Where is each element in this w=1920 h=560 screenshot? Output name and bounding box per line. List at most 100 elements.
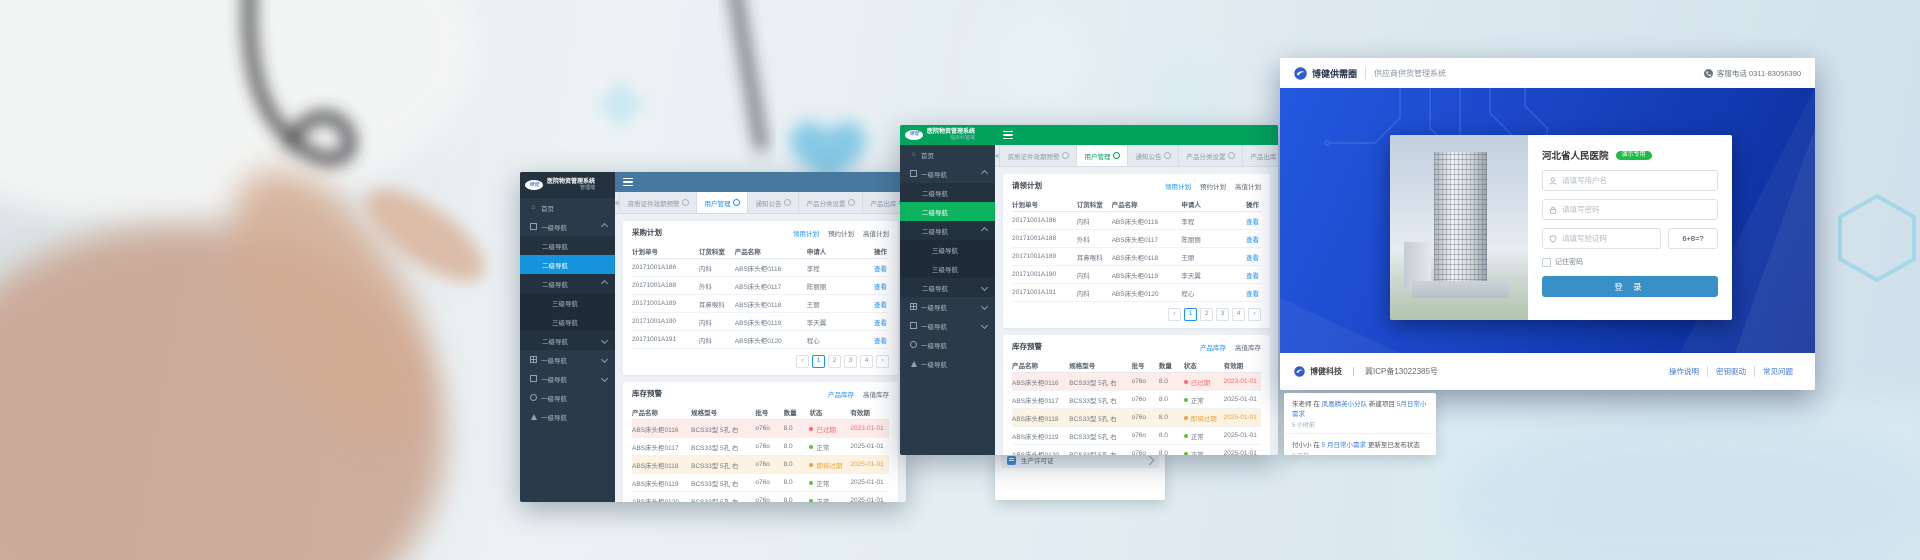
password-input[interactable]: 请填写密码 (1542, 199, 1718, 220)
chevron-down-icon (601, 375, 608, 382)
sidebar-item-nav1[interactable]: 一级导航 (520, 369, 615, 388)
table-row: ABS床头柜0117BCS33型 5孔 右o76o8.0正常2025-01-01 (1012, 391, 1261, 409)
menu-toggle-icon[interactable] (623, 178, 633, 186)
tab-product-outbound[interactable]: 产品出库 (1243, 145, 1278, 166)
tab-product-category[interactable]: 产品分类设置 (1179, 145, 1243, 166)
tab-cert-warning[interactable]: 资质证件效期预警 (1000, 145, 1077, 166)
sidebar-item-nav1[interactable]: 一级导航 (520, 407, 615, 426)
page-next[interactable]: › (876, 355, 889, 368)
view-link[interactable]: 查看 (1236, 216, 1261, 226)
tab-close-icon[interactable] (1062, 152, 1069, 159)
view-link[interactable]: 查看 (863, 299, 889, 309)
tab-close-icon[interactable] (733, 199, 740, 206)
page-prev[interactable]: ‹ (1168, 308, 1181, 321)
tab-close-icon[interactable] (1228, 152, 1235, 159)
link-faq[interactable]: 常见问题 (1754, 366, 1801, 377)
activity-link[interactable]: 5 月日常小需求 (1322, 442, 1366, 449)
sidebar-item-nav1[interactable]: 一级导航 (900, 335, 995, 354)
tab-notices[interactable]: 通知公告 (748, 192, 799, 213)
link-requisition-plan[interactable]: 领用计划 (1165, 181, 1191, 191)
link-operation-guide[interactable]: 操作说明 (1661, 366, 1707, 377)
link-highvalue-plan[interactable]: 高值计划 (1235, 181, 1261, 191)
sidebar-item-nav2[interactable]: 二级导航 (520, 236, 615, 255)
page-next[interactable]: › (1248, 308, 1261, 321)
sidebar-item-nav1[interactable]: 一级导航 (520, 388, 615, 407)
login-button[interactable]: 登 录 (1542, 276, 1718, 297)
username-input[interactable]: 请填写用户名 (1542, 170, 1718, 191)
sidebar-item-nav2-active[interactable]: 二级导航 (900, 202, 995, 221)
tab-user-management[interactable]: 用户管理 (1077, 145, 1128, 166)
user-icon (1549, 177, 1557, 185)
col-actions: 操作 (863, 246, 889, 256)
link-requisition-plan[interactable]: 领用计划 (793, 228, 819, 238)
sidebar-item-nav3[interactable]: 三级导航 (900, 240, 995, 259)
captcha-question[interactable]: 6+8=? (1668, 228, 1718, 249)
sidebar-item-nav2[interactable]: 二级导航 (520, 331, 615, 350)
sidebar-item-nav3[interactable]: 三级导航 (900, 259, 995, 278)
tab-user-management[interactable]: 用户管理 (697, 192, 748, 213)
view-link[interactable]: 查看 (1236, 288, 1261, 298)
sidebar-item-nav1[interactable]: 一级导航 (900, 316, 995, 335)
sidebar-item-nav1[interactable]: 一级导航 (520, 350, 615, 369)
sidebar-item-home[interactable]: ⌂首页 (520, 198, 615, 217)
chevron-down-icon (601, 337, 608, 344)
link-reservation-plan[interactable]: 预约计划 (1200, 181, 1226, 191)
page-4[interactable]: 4 (1232, 308, 1245, 321)
tab-close-icon[interactable] (784, 199, 791, 206)
sidebar-item-nav1[interactable]: 一级导航 (900, 354, 995, 373)
sidebar-item-nav1[interactable]: 一级导航 (520, 217, 615, 236)
sidebar-item-nav3[interactable]: 三级导航 (520, 293, 615, 312)
view-link[interactable]: 查看 (1236, 234, 1261, 244)
remember-password-row: 记住密码 (1542, 257, 1718, 267)
page-1[interactable]: 1 (1184, 308, 1197, 321)
link-product-stock[interactable]: 产品库存 (828, 389, 854, 399)
page-3[interactable]: 3 (1216, 308, 1229, 321)
sidebar-item-nav2[interactable]: 二级导航 (900, 278, 995, 297)
activity-link[interactable]: 凤凰精英小分队 (1322, 401, 1368, 408)
link-highvalue-plan[interactable]: 高值计划 (863, 228, 889, 238)
page-2[interactable]: 2 (1200, 308, 1213, 321)
sidebar-item-nav2-active[interactable]: 二级导航 (520, 255, 615, 274)
page-3[interactable]: 3 (844, 355, 857, 368)
tab-close-icon[interactable] (848, 199, 855, 206)
view-link[interactable]: 查看 (863, 263, 889, 273)
link-reservation-plan[interactable]: 预约计划 (828, 228, 854, 238)
sidebar-item-nav2[interactable]: 二级导航 (900, 183, 995, 202)
tab-close-icon[interactable] (1164, 152, 1171, 159)
sidebar-item-nav1[interactable]: 一级导航 (900, 164, 995, 183)
status-badge: 已过期 (809, 424, 850, 434)
certificate-panel: 生产许可证 (995, 448, 1165, 500)
view-link[interactable]: 查看 (863, 281, 889, 291)
tab-close-icon[interactable] (1113, 152, 1120, 159)
tab-notices[interactable]: 通知公告 (1128, 145, 1179, 166)
page-prev[interactable]: ‹ (796, 355, 809, 368)
view-link[interactable]: 查看 (863, 317, 889, 327)
view-link[interactable]: 查看 (1236, 270, 1261, 280)
page-4[interactable]: 4 (860, 355, 873, 368)
sidebar-item-nav1[interactable]: 一级导航 (900, 297, 995, 316)
link-key-driver[interactable]: 密钥驱动 (1707, 366, 1754, 377)
remember-checkbox[interactable] (1542, 258, 1551, 267)
sidebar-item-nav2[interactable]: 二级导航 (520, 274, 615, 293)
captcha-input[interactable]: 请填写验证码 (1542, 228, 1661, 249)
tab-cert-warning[interactable]: 资质证件效期预警 (620, 192, 697, 213)
company-name: 博健科技 (1310, 366, 1342, 377)
tab-product-category[interactable]: 产品分类设置 (799, 192, 863, 213)
sidebar-item-nav2[interactable]: 二级导航 (900, 221, 995, 240)
app-edition: 管理端 (547, 186, 595, 192)
view-link[interactable]: 查看 (1236, 252, 1261, 262)
link-product-stock[interactable]: 产品库存 (1200, 342, 1226, 352)
tab-close-icon[interactable] (682, 199, 689, 206)
link-highvalue-stock[interactable]: 高值库存 (863, 389, 889, 399)
page-2[interactable]: 2 (828, 355, 841, 368)
sidebar-item-nav3[interactable]: 三级导航 (520, 312, 615, 331)
app-logo: 博健 医院物资管理系统 临床科室端 (900, 129, 995, 142)
activity-item: 朱老师 在 凤凰精英小分队 新建项目 5月日常小需求 5 小时前 (1284, 393, 1436, 433)
page-1[interactable]: 1 (812, 355, 825, 368)
chevron-up-icon (981, 227, 988, 234)
view-link[interactable]: 查看 (863, 335, 889, 345)
menu-toggle-icon[interactable] (1003, 131, 1013, 139)
expand-icon[interactable] (1145, 455, 1155, 465)
link-highvalue-stock[interactable]: 高值库存 (1235, 342, 1261, 352)
sidebar-item-home[interactable]: ⌂首页 (900, 145, 995, 164)
